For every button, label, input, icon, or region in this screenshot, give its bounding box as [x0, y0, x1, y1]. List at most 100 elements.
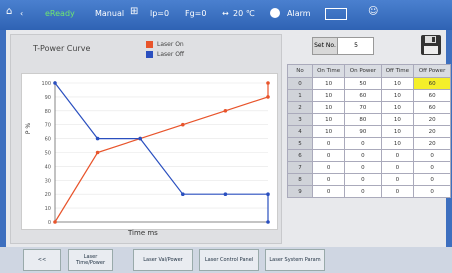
- table-cell[interactable]: 0: [380, 149, 415, 162]
- laser-system-param-button[interactable]: Laser System Param: [265, 249, 325, 271]
- table-cell[interactable]: 60: [413, 89, 451, 102]
- table-cell[interactable]: 90: [344, 125, 382, 138]
- back-nav-button[interactable]: <<: [23, 249, 61, 271]
- main-panel: T-Power Curve Laser On Laser Off 0 10 20 30…: [6, 30, 451, 247]
- column-header: No: [287, 64, 313, 78]
- table-cell[interactable]: 60: [413, 77, 451, 90]
- data-point-laser-on: [266, 95, 270, 99]
- alarm-indicator-icon: [270, 8, 280, 18]
- y-axis-label: P %: [25, 122, 33, 135]
- io-icon: ⊞: [130, 6, 139, 17]
- table-row: 2 10 70 10 60: [287, 101, 451, 114]
- data-point-laser-on: [223, 109, 228, 113]
- table-cell[interactable]: 0: [413, 185, 451, 198]
- table-cell[interactable]: 0: [413, 173, 451, 186]
- t-power-chart: 0 10 20 30 40 50 60 70 80 90 100: [41, 81, 270, 226]
- row-index: 6: [287, 149, 313, 162]
- temp-status: 20 ℃: [233, 9, 255, 18]
- table-cell[interactable]: 0: [380, 173, 415, 186]
- table-cell[interactable]: 10: [380, 125, 415, 138]
- y-tick-label: 90: [45, 95, 51, 101]
- top-status-bar: ⌂ ‹ eReady Manual ⊞ lp=0 Fg=0 ↔ 20 ℃ Ala…: [0, 0, 452, 30]
- table-cell[interactable]: 0: [311, 173, 346, 186]
- data-point-laser-on: [53, 220, 57, 224]
- table-cell[interactable]: 0: [380, 185, 415, 198]
- table-cell[interactable]: 10: [380, 77, 415, 90]
- lp-status: lp=0: [150, 9, 170, 18]
- table-cell[interactable]: 0: [380, 161, 415, 174]
- set-number-input[interactable]: 5: [339, 38, 373, 54]
- chart-area: T-Power Curve Laser On Laser Off 0 10 20 30…: [10, 34, 282, 244]
- row-index: 8: [287, 173, 313, 186]
- table-cell[interactable]: 10: [380, 89, 415, 102]
- y-tick-label: 40: [45, 164, 51, 170]
- table-cell[interactable]: 0: [311, 185, 346, 198]
- set-number-control: Set No. 5: [312, 37, 374, 55]
- laser-control-panel-button[interactable]: Laser Control Panel: [199, 249, 259, 271]
- table-cell[interactable]: 0: [413, 149, 451, 162]
- table-cell[interactable]: 10: [380, 113, 415, 126]
- table-cell[interactable]: 60: [413, 101, 451, 114]
- fg-status: Fg=0: [185, 9, 207, 18]
- y-tick-label: 30: [45, 178, 51, 184]
- table-cell[interactable]: 10: [380, 101, 415, 114]
- table-cell[interactable]: 20: [413, 113, 451, 126]
- set-number-label: Set No.: [313, 38, 338, 54]
- screen-icon[interactable]: [325, 8, 347, 20]
- table-cell[interactable]: 60: [344, 89, 382, 102]
- y-tick-label: 10: [45, 206, 51, 212]
- save-icon[interactable]: [420, 34, 442, 56]
- table-cell[interactable]: 20: [413, 125, 451, 138]
- settings-table: No On Time On Power Off Time Off Power 0 10 50…: [287, 64, 451, 198]
- row-index: 0: [287, 77, 313, 90]
- table-cell[interactable]: 10: [311, 77, 346, 90]
- table-cell[interactable]: 10: [311, 101, 346, 114]
- table-cell[interactable]: 0: [344, 173, 382, 186]
- table-cell[interactable]: 0: [344, 161, 382, 174]
- y-tick-label: 20: [45, 192, 51, 198]
- table-row: 0 10 50 10 60: [287, 77, 451, 90]
- table-cell[interactable]: 0: [344, 137, 382, 150]
- data-point-laser-off: [223, 192, 228, 196]
- data-point-laser-off: [181, 192, 185, 196]
- table-row: 90000: [287, 185, 451, 198]
- back-icon[interactable]: ‹: [20, 9, 23, 18]
- table-cell[interactable]: 10: [311, 113, 346, 126]
- laser-val-power-button[interactable]: Laser Val/Power: [133, 249, 193, 271]
- table-cell[interactable]: 0: [311, 149, 346, 162]
- table-row: 3 10 80 10 20: [287, 113, 451, 126]
- table-cell[interactable]: 70: [344, 101, 382, 114]
- table-row: 5 0 0 10 20: [287, 137, 451, 150]
- row-index: 4: [287, 125, 313, 138]
- home-icon[interactable]: ⌂: [6, 6, 12, 17]
- data-point-laser-off: [95, 136, 100, 141]
- table-cell[interactable]: 10: [311, 89, 346, 102]
- table-cell[interactable]: 50: [344, 77, 382, 90]
- data-point-laser-off: [53, 81, 57, 85]
- data-point-laser-off: [266, 220, 270, 224]
- table-cell[interactable]: 0: [344, 149, 382, 162]
- table-row: 4 10 90 10 20: [287, 125, 451, 138]
- table-row: 70000: [287, 161, 451, 174]
- table-cell[interactable]: 0: [311, 137, 346, 150]
- table-row: 80000: [287, 173, 451, 186]
- table-cell[interactable]: 10: [311, 125, 346, 138]
- table-cell[interactable]: 20: [413, 137, 451, 150]
- row-index: 5: [287, 137, 313, 150]
- table-cell[interactable]: 80: [344, 113, 382, 126]
- y-tick-label: 60: [45, 137, 51, 143]
- table-cell[interactable]: 0: [413, 161, 451, 174]
- table-cell[interactable]: 10: [380, 137, 415, 150]
- y-tick-label: 0: [48, 220, 51, 226]
- y-tick-label: 50: [45, 151, 51, 157]
- y-tick-label: 70: [45, 123, 51, 129]
- column-header: On Time: [311, 64, 346, 78]
- table-cell[interactable]: 0: [344, 185, 382, 198]
- alarm-status[interactable]: Alarm: [287, 9, 311, 18]
- laser-time-power-button[interactable]: Laser Time/Power: [68, 249, 113, 271]
- user-icon[interactable]: ☺: [368, 6, 378, 17]
- y-tick-label: 80: [45, 109, 51, 115]
- data-point-laser-off: [266, 192, 270, 196]
- table-cell[interactable]: 0: [311, 161, 346, 174]
- mode-status: Manual: [95, 9, 125, 18]
